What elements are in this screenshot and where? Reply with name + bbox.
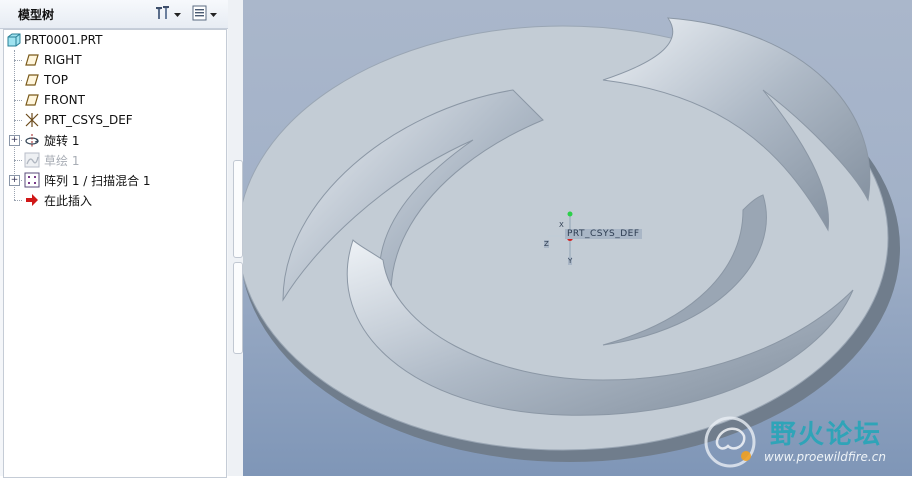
coordinate-system-icon xyxy=(24,112,40,128)
tree-item-label: 旋转 1 xyxy=(44,133,80,148)
datum-plane-icon xyxy=(24,92,40,108)
scrollbar-lower[interactable] xyxy=(233,262,243,354)
datum-plane-icon xyxy=(24,52,40,68)
watermark: 野火论坛 www.proewildfire.cn xyxy=(700,410,912,476)
watermark-title: 野火论坛 xyxy=(770,420,883,450)
tree-item-label: TOP xyxy=(44,73,69,87)
model-tree: PRT0001.PRT RIGHT TOP FRONT PRT_CSYS_DEF… xyxy=(3,29,227,478)
watermark-url: www.proewildfire.cn xyxy=(764,450,886,464)
tree-item-sketch[interactable]: 草绘 1 xyxy=(4,150,224,170)
expand-toggle[interactable]: + xyxy=(9,175,20,186)
tree-item-label: RIGHT xyxy=(44,53,82,67)
tree-item-right[interactable]: RIGHT xyxy=(4,50,224,70)
part-icon xyxy=(6,32,22,48)
axis-z-label: Z xyxy=(544,240,549,248)
tree-item-label: PRT_CSYS_DEF xyxy=(44,113,133,127)
forum-logo-icon xyxy=(704,416,756,468)
model-tree-panel: 模型树 PRT0001.PRT RIGHT TOP FRONT PRT_CSYS… xyxy=(0,0,244,478)
expand-toggle[interactable]: + xyxy=(9,135,20,146)
tree-item-revolve[interactable]: + 旋转 1 xyxy=(4,130,224,150)
tree-item-top[interactable]: TOP xyxy=(4,70,224,90)
sketch-icon xyxy=(24,152,40,168)
panel-title: 模型树 xyxy=(18,8,55,22)
chevron-down-icon xyxy=(174,7,181,21)
tree-root[interactable]: PRT0001.PRT xyxy=(4,30,224,50)
list-icon xyxy=(192,5,208,24)
graphics-viewport[interactable]: PRT_CSYS_DEF X Z Y xyxy=(243,0,912,476)
tree-item-insert-here[interactable]: 在此插入 xyxy=(4,190,224,210)
axis-x-label: X xyxy=(559,221,564,229)
revolve-icon xyxy=(24,132,40,148)
tree-item-pattern[interactable]: + 阵列 1 / 扫描混合 1 xyxy=(4,170,224,190)
tree-item-label: FRONT xyxy=(44,93,85,107)
chevron-down-icon xyxy=(210,7,217,21)
csys-label: PRT_CSYS_DEF xyxy=(565,229,642,239)
tree-root-label: PRT0001.PRT xyxy=(24,33,103,47)
insert-here-arrow-icon xyxy=(24,192,40,208)
model-tree-header: 模型树 xyxy=(0,0,232,29)
tree-item-front[interactable]: FRONT xyxy=(4,90,224,110)
axis-y-label: Y xyxy=(568,257,573,265)
pattern-icon xyxy=(24,172,40,188)
datum-plane-icon xyxy=(24,72,40,88)
tree-item-csys[interactable]: PRT_CSYS_DEF xyxy=(4,110,224,130)
tree-item-label: 阵列 1 / 扫描混合 1 xyxy=(44,173,151,188)
tree-item-label: 在此插入 xyxy=(44,193,93,208)
tree-item-label: 草绘 1 xyxy=(44,153,80,168)
tree-settings-button[interactable] xyxy=(154,4,181,24)
scrollbar-upper[interactable] xyxy=(233,160,243,258)
tree-show-button[interactable] xyxy=(192,4,217,24)
tools-icon xyxy=(154,5,172,24)
